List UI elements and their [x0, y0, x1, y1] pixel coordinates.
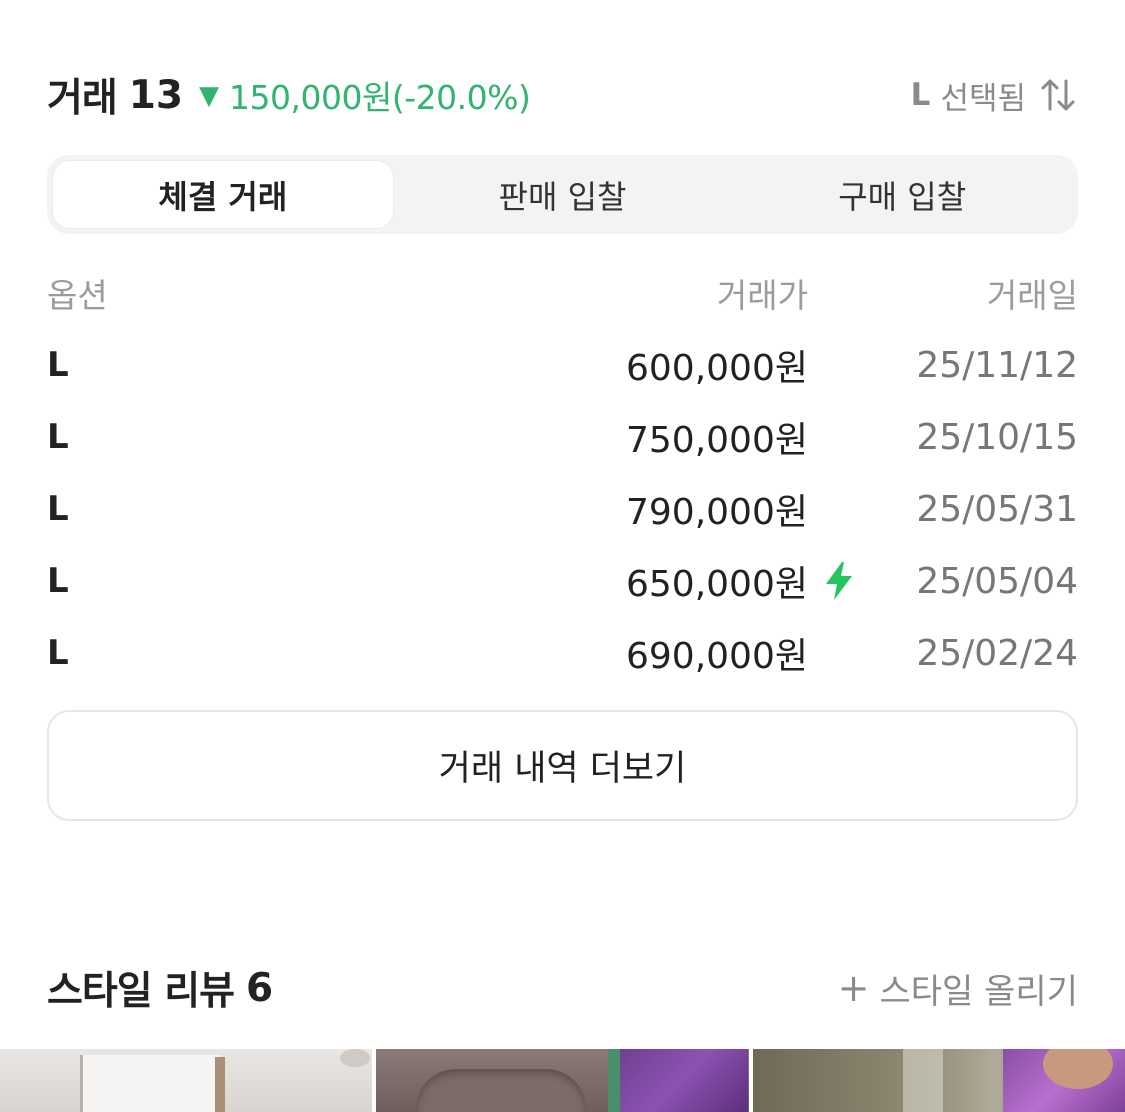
price-change-text: 150,000원(-20.0%) [229, 78, 531, 117]
selected-option: L [910, 77, 931, 113]
table-row: L 750,000원 25/10/15 [47, 401, 1078, 473]
row-option: L [47, 633, 69, 673]
option-selector[interactable]: L 선택됨 [911, 73, 1078, 118]
table-row: L 690,000원 25/02/24 [47, 617, 1078, 689]
row-price: 600,000원 [626, 348, 808, 389]
style-review-header: 스타일 리뷰 6 + 스타일 올리기 [47, 960, 1078, 1016]
upload-style-button[interactable]: + 스타일 올리기 [838, 964, 1078, 1013]
style-review-title-group: 스타일 리뷰 6 [47, 960, 273, 1016]
plus-icon: + [837, 966, 870, 1010]
row-date: 25/11/12 [916, 344, 1078, 386]
down-arrow-icon: ▼ [199, 81, 220, 111]
product-trade-page: 거래 13 ▼ 150,000원(-20.0%) L 선택됨 체결 거래 판매 … [0, 0, 1125, 1112]
header-price: 거래가 [716, 276, 808, 315]
table-row: L 790,000원 25/05/31 [47, 473, 1078, 545]
selected-label: 선택됨 [940, 80, 1026, 117]
style-review-count: 6 [245, 965, 274, 1011]
upload-style-label: 스타일 올리기 [879, 971, 1079, 1012]
trade-tabs: 체결 거래 판매 입찰 구매 입찰 [47, 155, 1078, 234]
sort-arrows-icon[interactable] [1038, 75, 1078, 115]
row-price: 790,000원 [626, 492, 808, 533]
trade-table: 옵션 거래가 거래일 L 600,000원 25/11/12 L 750,000… [47, 265, 1078, 689]
row-date: 25/05/04 [916, 560, 1078, 602]
tab-sell-bids[interactable]: 판매 입찰 [393, 161, 733, 228]
price-change: ▼ 150,000원(-20.0%) [199, 71, 531, 119]
row-price: 690,000원 [626, 636, 808, 677]
row-option: L [47, 561, 69, 601]
trade-title: 거래 [47, 76, 118, 121]
row-option: L [47, 489, 69, 529]
style-review-thumbnails [0, 1049, 1125, 1112]
header-option: 옵션 [47, 276, 108, 315]
trade-title-group: 거래 13 ▼ 150,000원(-20.0%) [47, 67, 531, 123]
row-price: 750,000원 [626, 420, 808, 461]
tab-concluded-trades[interactable]: 체결 거래 [53, 161, 393, 228]
table-rows: L 600,000원 25/11/12 L 750,000원 25/10/15 … [47, 329, 1078, 689]
row-date: 25/02/24 [916, 632, 1078, 674]
table-header: 옵션 거래가 거래일 [47, 265, 1078, 321]
table-row: L 650,000원 25/05/04 [47, 545, 1078, 617]
row-date: 25/05/31 [916, 488, 1078, 530]
row-option: L [47, 417, 69, 457]
style-review-thumbnail[interactable] [0, 1049, 373, 1112]
style-review-thumbnail[interactable] [376, 1049, 749, 1112]
lightning-icon [826, 562, 852, 600]
row-price: 650,000원 [626, 564, 808, 605]
row-option: L [47, 345, 69, 385]
view-more-trades-button[interactable]: 거래 내역 더보기 [47, 710, 1078, 821]
style-review-thumbnail[interactable] [752, 1049, 1125, 1112]
row-date: 25/10/15 [916, 416, 1078, 458]
style-review-title: 스타일 리뷰 [47, 969, 235, 1014]
trade-count: 13 [128, 72, 184, 118]
table-row: L 600,000원 25/11/12 [47, 329, 1078, 401]
header-date: 거래일 [986, 276, 1078, 315]
trade-header: 거래 13 ▼ 150,000원(-20.0%) L 선택됨 [47, 67, 1078, 123]
tab-buy-bids[interactable]: 구매 입찰 [732, 161, 1072, 228]
